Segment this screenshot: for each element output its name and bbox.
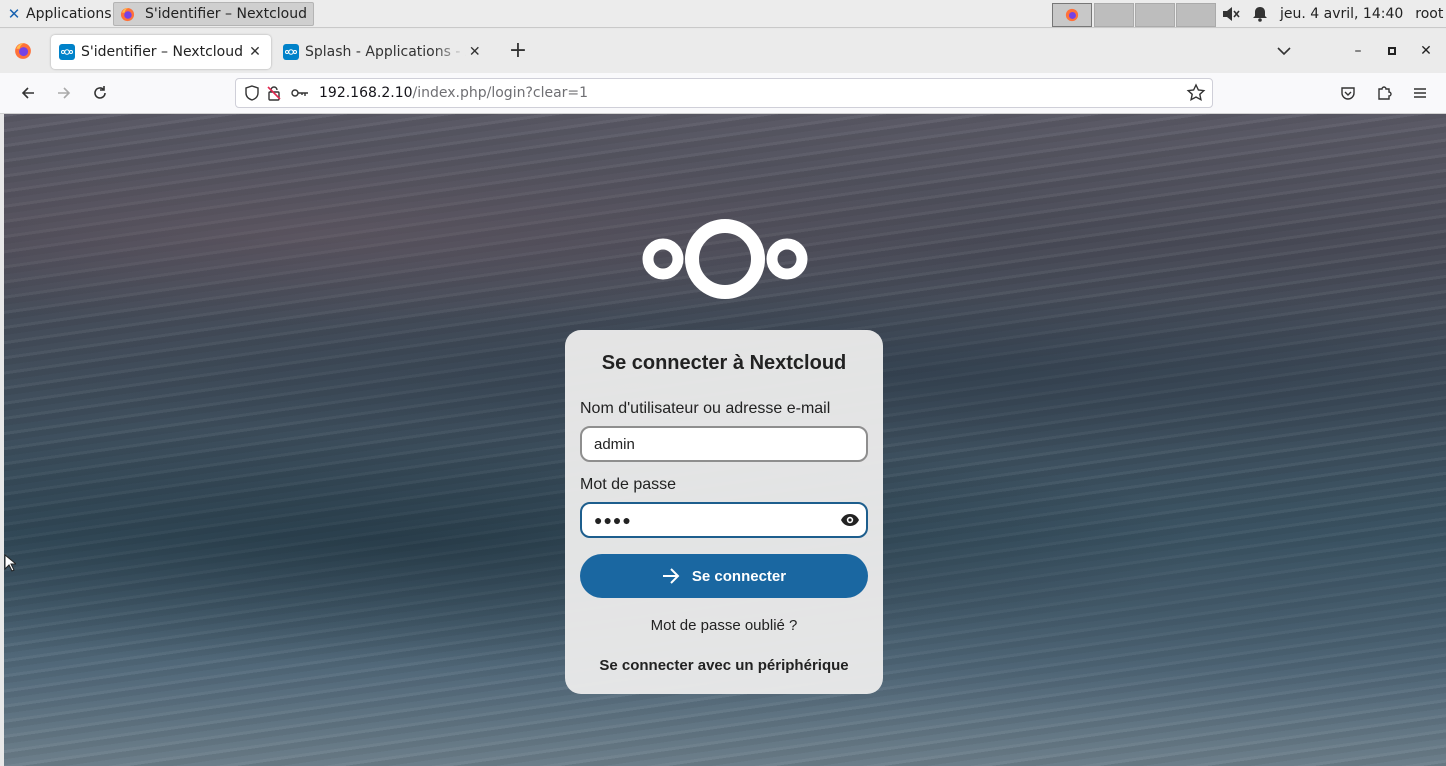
new-tab-button[interactable]: +	[506, 40, 530, 64]
bookmark-star-icon[interactable]	[1186, 83, 1206, 103]
forward-button[interactable]	[52, 81, 76, 105]
taskbar-window-title: S'identifier – Nextcloud ...	[145, 6, 314, 22]
forward-arrow-icon	[58, 87, 71, 99]
tab-login[interactable]: S'identifier – Nextcloud ✕	[51, 35, 271, 69]
insecure-lock-icon[interactable]	[263, 82, 285, 104]
username-input[interactable]: admin	[580, 426, 868, 462]
username-value: admin	[594, 435, 635, 453]
taskbar-window-button[interactable]: S'identifier – Nextcloud ...	[113, 2, 314, 26]
extensions-button[interactable]	[1372, 81, 1396, 105]
tab-title: Splash - Applications - Apps	[305, 44, 466, 60]
app-menu-button[interactable]	[1408, 81, 1432, 105]
nextcloud-favicon	[283, 44, 299, 60]
close-tab-icon[interactable]: ✕	[245, 42, 265, 62]
back-button[interactable]	[16, 81, 40, 105]
login-page: Se connecter à Nextcloud Nom d'utilisate…	[4, 114, 1446, 766]
login-submit-button[interactable]: Se connecter	[580, 554, 868, 598]
pocket-icon	[1341, 87, 1355, 100]
clock[interactable]: jeu. 4 avril, 14:40	[1280, 6, 1403, 22]
bell-icon[interactable]	[1252, 6, 1268, 22]
applications-label: Applications	[26, 6, 112, 22]
forgot-password-link[interactable]: Mot de passe oublié ?	[565, 617, 883, 634]
password-input[interactable]: ●●●●	[580, 502, 868, 538]
workspace-4[interactable]	[1176, 3, 1216, 27]
hamburger-menu-icon	[1414, 88, 1426, 98]
back-arrow-icon	[21, 87, 34, 99]
mouse-cursor-icon	[4, 554, 16, 572]
volume-muted-icon[interactable]	[1222, 6, 1240, 22]
login-title: Se connecter à Nextcloud	[601, 352, 847, 374]
system-tray: jeu. 4 avril, 14:40 root	[1222, 3, 1443, 25]
login-submit-label: Se connecter	[691, 567, 787, 585]
reload-icon	[94, 86, 106, 99]
firefox-icon	[1065, 8, 1079, 22]
url-bar[interactable]: 192.168.2.10/index.php/login?clear=1	[235, 78, 1213, 108]
workspace-1[interactable]	[1052, 3, 1092, 27]
workspace-2[interactable]	[1094, 3, 1134, 27]
os-taskbar: ✕ Applications ☰ S'identifier – Nextclou…	[0, 0, 1446, 28]
workspace-3[interactable]	[1135, 3, 1175, 27]
url-path: /index.php/login?clear=1	[412, 85, 589, 101]
url-host: 192.168.2.10	[319, 85, 413, 101]
key-icon[interactable]	[289, 82, 311, 104]
close-tab-icon[interactable]: ✕	[466, 42, 483, 62]
tab-splash[interactable]: Splash - Applications - Apps ✕	[275, 35, 489, 69]
login-form: Se connecter à Nextcloud Nom d'utilisate…	[565, 330, 883, 694]
login-with-device-link[interactable]: Se connecter avec un périphérique	[565, 657, 883, 674]
minimize-button[interactable]: –	[1348, 41, 1368, 61]
list-all-tabs-icon[interactable]	[1274, 41, 1294, 61]
reload-button[interactable]	[88, 81, 112, 105]
pocket-button[interactable]	[1336, 81, 1360, 105]
firefox-icon	[120, 7, 135, 21]
nextcloud-logo	[642, 219, 808, 299]
firefox-view-icon[interactable]	[14, 42, 32, 60]
url-text: 192.168.2.10/index.php/login?clear=1	[319, 85, 588, 101]
show-password-eye-icon[interactable]	[840, 511, 860, 529]
maximize-icon	[1388, 47, 1396, 55]
user-name[interactable]: root	[1415, 6, 1443, 22]
maximize-button[interactable]	[1382, 41, 1402, 61]
tracking-protection-shield-icon[interactable]	[241, 82, 263, 104]
applications-menu[interactable]: ✕ Applications ☰	[2, 3, 129, 25]
password-value: ●●●●	[594, 512, 632, 528]
puzzle-icon	[1378, 86, 1392, 100]
xfce-logo-icon: ✕	[7, 5, 21, 23]
close-window-button[interactable]: ✕	[1416, 41, 1436, 61]
password-label: Mot de passe	[580, 476, 677, 493]
browser-nav-bar: 192.168.2.10/index.php/login?clear=1	[0, 73, 1446, 114]
arrow-right-icon	[662, 568, 680, 584]
nextcloud-favicon	[59, 44, 75, 60]
tab-title: S'identifier – Nextcloud	[81, 44, 243, 60]
browser-tab-bar: S'identifier – Nextcloud ✕ Splash - Appl…	[0, 29, 1446, 73]
username-label: Nom d'utilisateur ou adresse e-mail	[580, 400, 831, 417]
